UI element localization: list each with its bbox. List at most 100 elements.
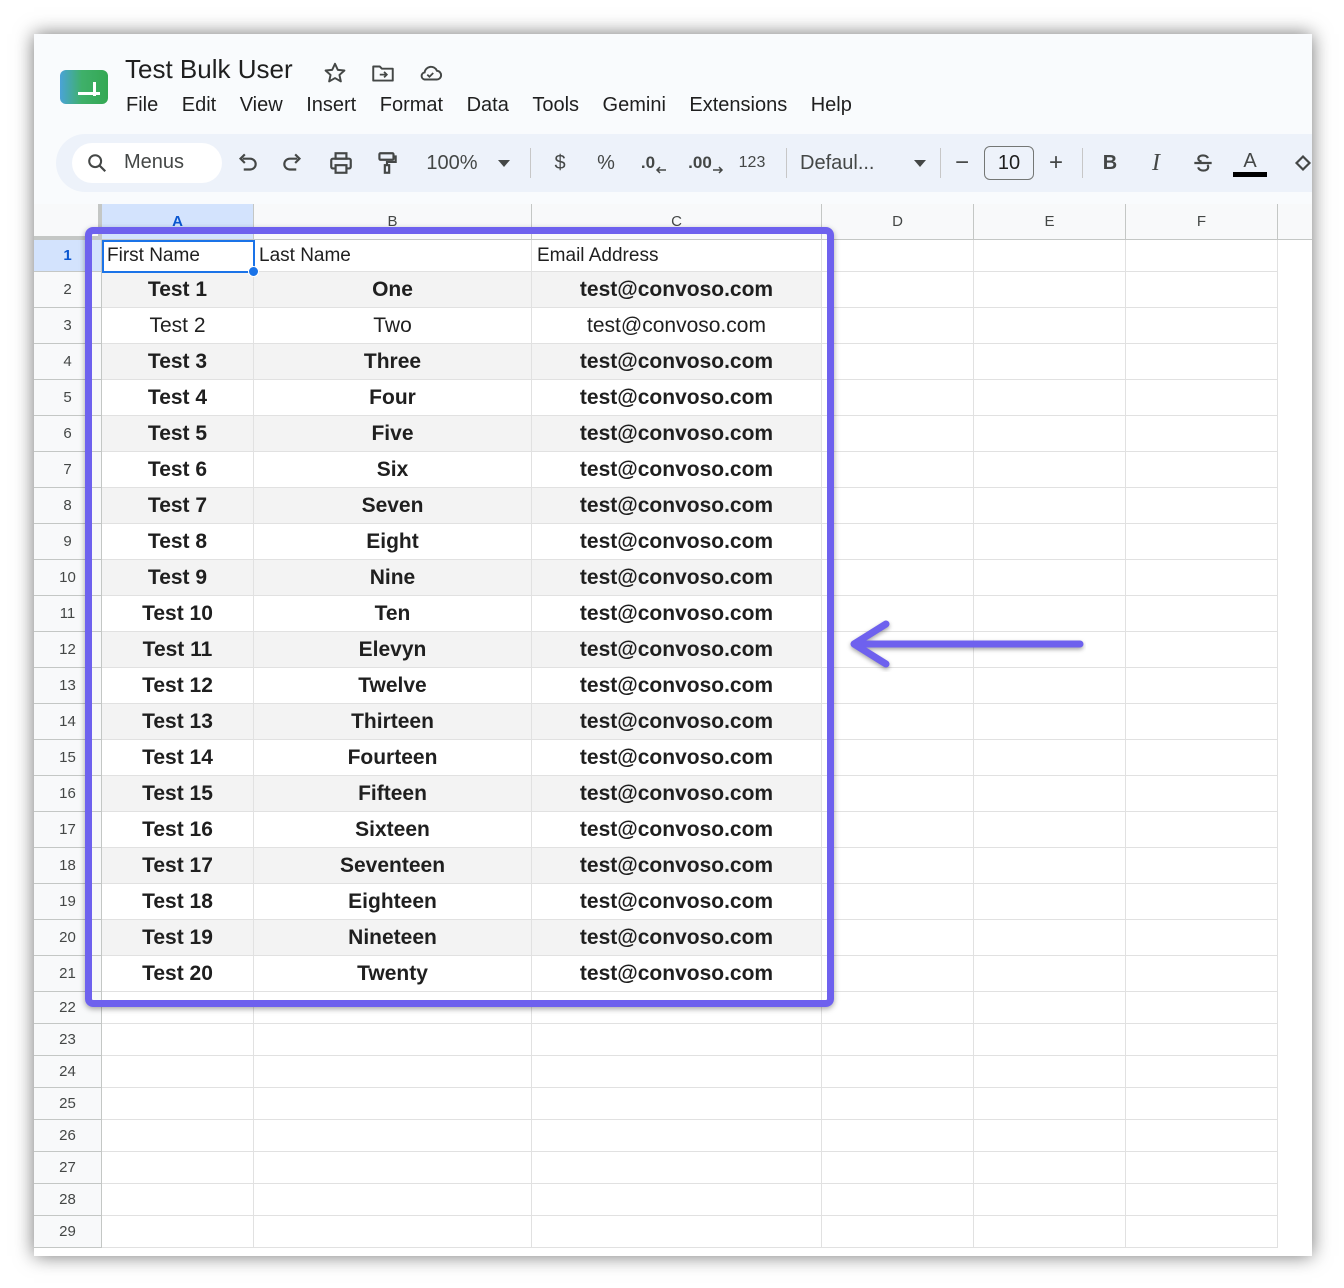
cell-c19[interactable]: test@convoso.com [532, 884, 822, 920]
row-header-26[interactable]: 26 [34, 1120, 102, 1152]
cell-c11[interactable]: test@convoso.com [532, 596, 822, 632]
star-icon[interactable] [322, 60, 350, 86]
cell-f28[interactable] [1126, 1184, 1278, 1216]
column-header-f[interactable]: F [1126, 204, 1278, 240]
cell-f4[interactable] [1126, 344, 1278, 380]
cell-c20[interactable]: test@convoso.com [532, 920, 822, 956]
cell-a23[interactable] [102, 1024, 254, 1056]
cell-e3[interactable] [974, 308, 1126, 344]
cell-d19[interactable] [822, 884, 974, 920]
cell-d5[interactable] [822, 380, 974, 416]
text-color-button[interactable]: A [1232, 148, 1268, 178]
cell-e13[interactable] [974, 668, 1126, 704]
cell-d16[interactable] [822, 776, 974, 812]
row-header-17[interactable]: 17 [34, 812, 102, 848]
cell-b12[interactable]: Elevyn [254, 632, 532, 668]
cell-c13[interactable]: test@convoso.com [532, 668, 822, 704]
cell-e6[interactable] [974, 416, 1126, 452]
cell-a4[interactable]: Test 3 [102, 344, 254, 380]
cell-d21[interactable] [822, 956, 974, 992]
paint-format-icon[interactable] [372, 148, 402, 178]
fill-color-icon[interactable] [1288, 148, 1312, 178]
cell-a6[interactable]: Test 5 [102, 416, 254, 452]
row-header-24[interactable]: 24 [34, 1056, 102, 1088]
more-formats-button[interactable]: 123 [732, 148, 772, 178]
cell-e14[interactable] [974, 704, 1126, 740]
cell-b11[interactable]: Ten [254, 596, 532, 632]
cell-e15[interactable] [974, 740, 1126, 776]
cell-d26[interactable] [822, 1120, 974, 1152]
cell-f10[interactable] [1126, 560, 1278, 596]
print-icon[interactable] [326, 148, 356, 178]
row-header-3[interactable]: 3 [34, 308, 102, 344]
cell-c2[interactable]: test@convoso.com [532, 272, 822, 308]
row-header-22[interactable]: 22 [34, 992, 102, 1024]
cell-d20[interactable] [822, 920, 974, 956]
cell-e10[interactable] [974, 560, 1126, 596]
cell-b4[interactable]: Three [254, 344, 532, 380]
cell-f24[interactable] [1126, 1056, 1278, 1088]
cell-d25[interactable] [822, 1088, 974, 1120]
redo-icon[interactable] [278, 148, 308, 178]
move-folder-icon[interactable] [370, 60, 398, 86]
cell-b18[interactable]: Seventeen [254, 848, 532, 884]
row-header-1[interactable]: 1 [34, 240, 102, 272]
cell-a20[interactable]: Test 19 [102, 920, 254, 956]
cell-a24[interactable] [102, 1056, 254, 1088]
cell-d11[interactable] [822, 596, 974, 632]
column-header-c[interactable]: C [532, 204, 822, 240]
cell-d9[interactable] [822, 524, 974, 560]
cloud-saved-icon[interactable] [417, 60, 445, 86]
cell-d10[interactable] [822, 560, 974, 596]
cell-f17[interactable] [1126, 812, 1278, 848]
document-title[interactable]: Test Bulk User [125, 54, 293, 85]
cell-b23[interactable] [254, 1024, 532, 1056]
cell-f25[interactable] [1126, 1088, 1278, 1120]
cell-c5[interactable]: test@convoso.com [532, 380, 822, 416]
cell-c9[interactable]: test@convoso.com [532, 524, 822, 560]
cell-a9[interactable]: Test 8 [102, 524, 254, 560]
cell-c16[interactable]: test@convoso.com [532, 776, 822, 812]
cell-f22[interactable] [1126, 992, 1278, 1024]
menu-data[interactable]: Data [467, 90, 509, 120]
cell-e21[interactable] [974, 956, 1126, 992]
cell-e24[interactable] [974, 1056, 1126, 1088]
select-all-corner[interactable] [34, 204, 102, 240]
cell-c15[interactable]: test@convoso.com [532, 740, 822, 776]
cell-d2[interactable] [822, 272, 974, 308]
cell-d4[interactable] [822, 344, 974, 380]
cell-b17[interactable]: Sixteen [254, 812, 532, 848]
cell-a17[interactable]: Test 16 [102, 812, 254, 848]
cell-d1[interactable] [822, 240, 974, 272]
cell-e1[interactable] [974, 240, 1126, 272]
cell-b2[interactable]: One [254, 272, 532, 308]
cell-b3[interactable]: Two [254, 308, 532, 344]
cell-b27[interactable] [254, 1152, 532, 1184]
row-header-14[interactable]: 14 [34, 704, 102, 740]
cell-b8[interactable]: Seven [254, 488, 532, 524]
menu-insert[interactable]: Insert [306, 90, 356, 120]
sheets-logo-icon[interactable] [60, 70, 108, 104]
cell-b20[interactable]: Nineteen [254, 920, 532, 956]
cell-c28[interactable] [532, 1184, 822, 1216]
cell-a8[interactable]: Test 7 [102, 488, 254, 524]
cell-c7[interactable]: test@convoso.com [532, 452, 822, 488]
cell-a25[interactable] [102, 1088, 254, 1120]
cell-b26[interactable] [254, 1120, 532, 1152]
cell-f6[interactable] [1126, 416, 1278, 452]
cell-f2[interactable] [1126, 272, 1278, 308]
cell-d23[interactable] [822, 1024, 974, 1056]
cell-a11[interactable]: Test 10 [102, 596, 254, 632]
cell-d18[interactable] [822, 848, 974, 884]
cell-c3[interactable]: test@convoso.com [532, 308, 822, 344]
cell-a1[interactable]: First Name [102, 240, 254, 272]
cell-e16[interactable] [974, 776, 1126, 812]
cell-e4[interactable] [974, 344, 1126, 380]
cell-f13[interactable] [1126, 668, 1278, 704]
cell-c27[interactable] [532, 1152, 822, 1184]
cell-b21[interactable]: Twenty [254, 956, 532, 992]
cell-f27[interactable] [1126, 1152, 1278, 1184]
row-header-28[interactable]: 28 [34, 1184, 102, 1216]
cell-a2[interactable]: Test 1 [102, 272, 254, 308]
cell-d22[interactable] [822, 992, 974, 1024]
